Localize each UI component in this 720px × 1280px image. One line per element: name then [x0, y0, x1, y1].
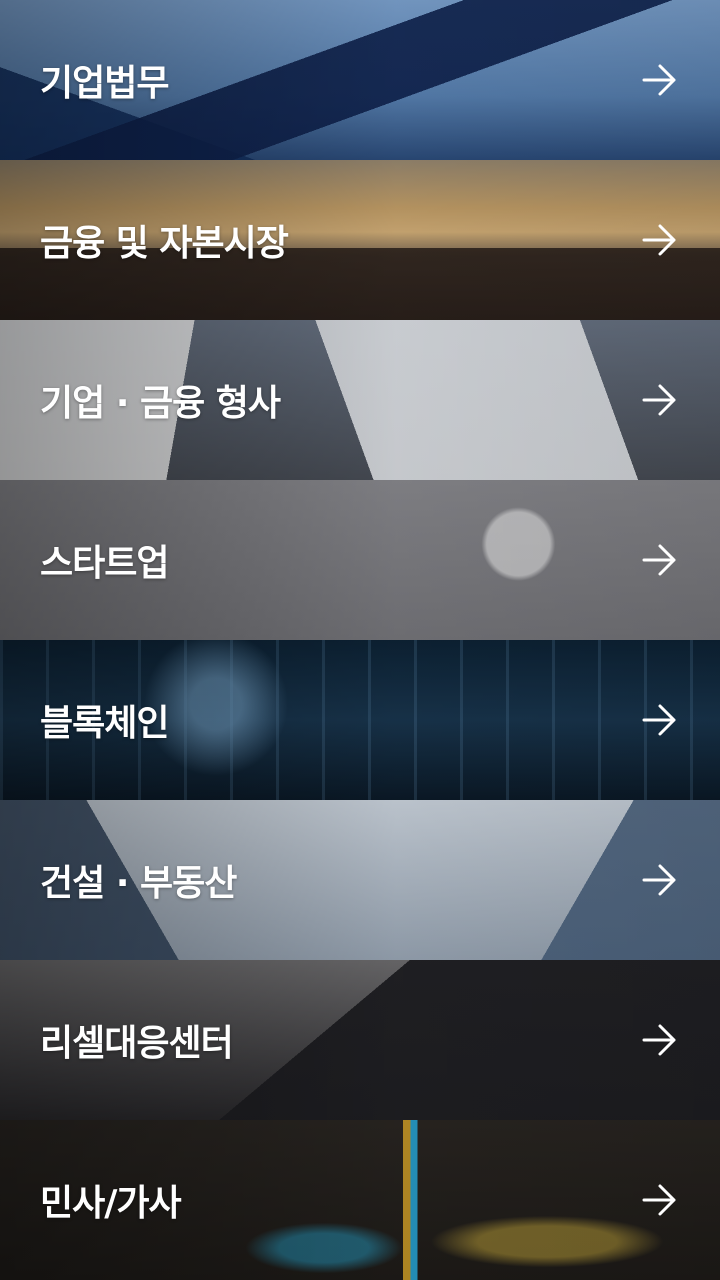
- practice-area-item-criminal[interactable]: 기업 · 금융 형사: [0, 320, 720, 480]
- practice-area-item-corporate[interactable]: 기업법무: [0, 0, 720, 160]
- arrow-right-icon[interactable]: [640, 220, 680, 260]
- practice-area-item-finance[interactable]: 금융 및 자본시장: [0, 160, 720, 320]
- practice-area-label: 블록체인: [40, 703, 169, 744]
- practice-area-label: 기업법무: [40, 63, 169, 104]
- practice-area-label: 민사/가사: [40, 1183, 182, 1224]
- arrow-right-icon[interactable]: [640, 700, 680, 740]
- arrow-right-icon[interactable]: [640, 380, 680, 420]
- practice-area-item-resell[interactable]: 리셀대응센터: [0, 960, 720, 1120]
- practice-area-label: 기업 · 금융 형사: [40, 383, 281, 424]
- practice-area-label: 스타트업: [40, 543, 169, 584]
- practice-area-list: 기업법무 금융 및 자본시장 기업 · 금융 형사 스타트업 블록체인 건설 ·…: [0, 0, 720, 1280]
- practice-area-item-civil-family[interactable]: 민사/가사: [0, 1120, 720, 1280]
- practice-area-label: 금융 및 자본시장: [40, 223, 289, 264]
- arrow-right-icon[interactable]: [640, 1180, 680, 1220]
- arrow-right-icon[interactable]: [640, 540, 680, 580]
- practice-area-item-construction[interactable]: 건설 · 부동산: [0, 800, 720, 960]
- practice-area-item-blockchain[interactable]: 블록체인: [0, 640, 720, 800]
- arrow-right-icon[interactable]: [640, 1020, 680, 1060]
- arrow-right-icon[interactable]: [640, 60, 680, 100]
- practice-area-item-startup[interactable]: 스타트업: [0, 480, 720, 640]
- practice-area-label: 건설 · 부동산: [40, 863, 237, 904]
- arrow-right-icon[interactable]: [640, 860, 680, 900]
- practice-area-label: 리셀대응센터: [40, 1023, 234, 1064]
